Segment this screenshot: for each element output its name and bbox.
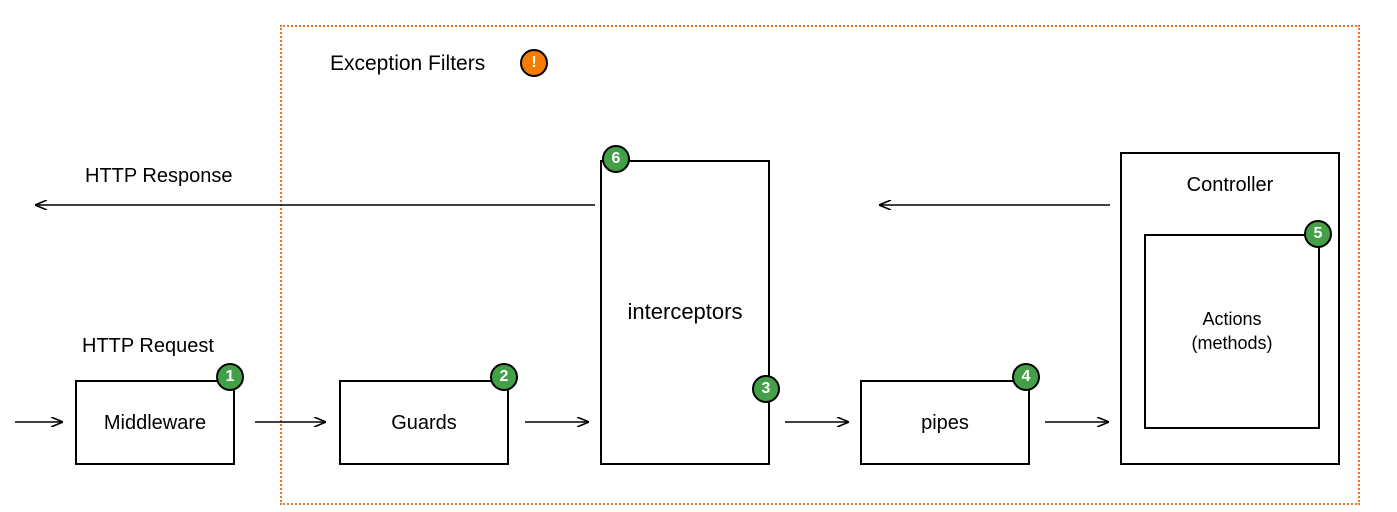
guards-label: Guards <box>391 410 457 436</box>
http-response-label: HTTP Response <box>85 165 232 188</box>
controller-title: Controller <box>1122 174 1338 197</box>
http-request-label: HTTP Request <box>82 335 214 358</box>
badge-6: 6 <box>602 145 630 173</box>
badge-1: 1 <box>216 363 244 391</box>
actions-box: Actions (methods) <box>1144 234 1320 429</box>
badge-5: 5 <box>1304 220 1332 248</box>
badge-2: 2 <box>490 363 518 391</box>
badge-3: 3 <box>752 375 780 403</box>
pipes-label: pipes <box>921 410 969 436</box>
actions-label: Actions (methods) <box>1191 308 1272 355</box>
exception-badge-icon: ! <box>520 49 548 77</box>
diagram-canvas: Exception Filters ! HTTP Response HTTP R… <box>0 0 1397 512</box>
pipes-box: pipes <box>860 380 1030 465</box>
exception-filters-label: Exception Filters <box>330 52 485 76</box>
guards-box: Guards <box>339 380 509 465</box>
middleware-label: Middleware <box>104 410 206 436</box>
middleware-box: Middleware <box>75 380 235 465</box>
controller-box: Controller Actions (methods) <box>1120 152 1340 465</box>
badge-4: 4 <box>1012 363 1040 391</box>
interceptors-label: interceptors <box>628 298 743 327</box>
interceptors-box: interceptors <box>600 160 770 465</box>
